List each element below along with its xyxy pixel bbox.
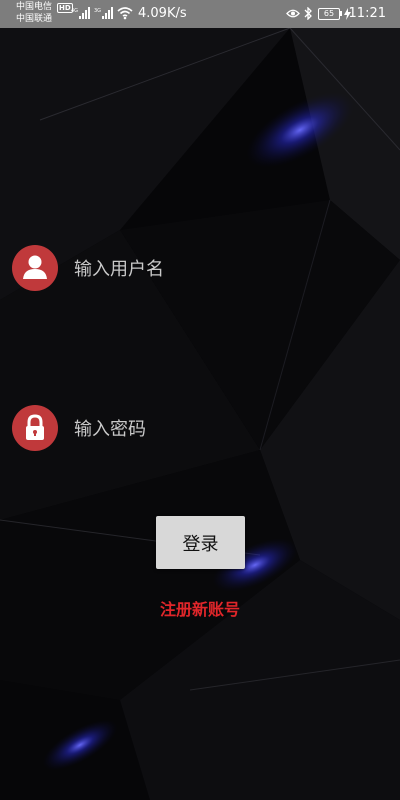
background-art [0, 0, 400, 800]
network-speed: 4.09K/s [138, 6, 187, 21]
user-icon [12, 245, 58, 291]
svg-text:4G: 4G [71, 8, 78, 14]
username-input[interactable] [72, 251, 366, 287]
battery-tip [340, 11, 342, 16]
register-link[interactable]: 注册新账号 [0, 596, 400, 620]
username-row [12, 245, 372, 291]
battery-icon: 65 [318, 8, 340, 20]
login-button[interactable]: 登录 [156, 516, 245, 569]
lock-icon [12, 405, 58, 451]
password-input[interactable] [72, 411, 366, 447]
carrier-secondary: 中国联通 [16, 14, 53, 24]
login-screen: 中国电信 中国联通 HD 4G 3G 4.09K/s 65 11:21 输入用户… [0, 0, 400, 800]
eye-icon [286, 9, 300, 18]
clock: 11:21 [348, 6, 386, 21]
status-bar: 中国电信 中国联通 HD 4G 3G 4.09K/s 65 11:21 [0, 0, 400, 28]
carrier-primary: 中国电信 [16, 2, 53, 12]
svg-text:3G: 3G [94, 8, 101, 14]
bluetooth-icon [304, 7, 312, 20]
signal-3g-icon: 3G [94, 7, 113, 19]
password-row [12, 405, 372, 451]
signal-4g-icon: 4G [71, 7, 90, 19]
wifi-icon [117, 7, 133, 20]
